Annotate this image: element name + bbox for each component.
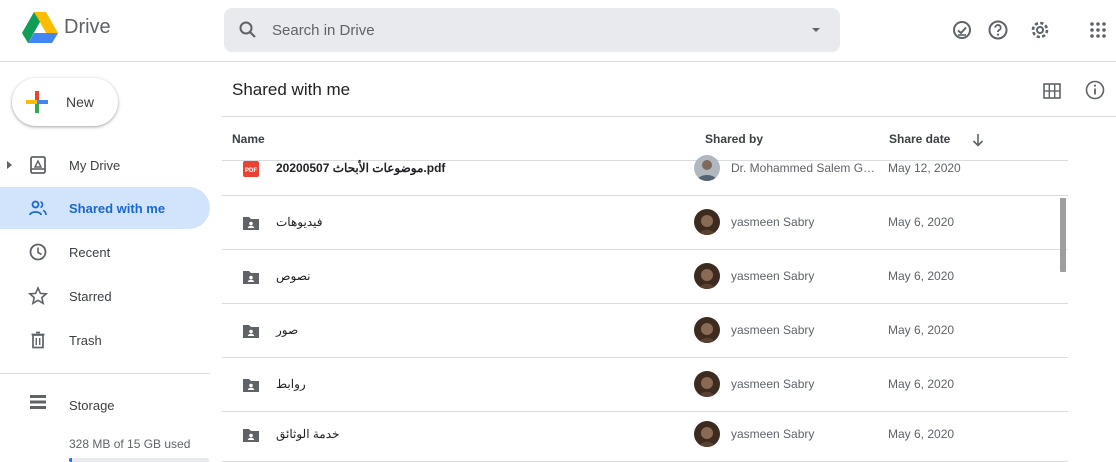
avatar <box>694 263 720 289</box>
share-date: May 6, 2020 <box>888 427 955 441</box>
file-name: فيديوهات <box>276 215 323 229</box>
sidebar-item-label: My Drive <box>69 157 121 173</box>
star-icon <box>28 286 48 306</box>
brand-name[interactable]: Drive <box>64 16 111 39</box>
share-date: May 6, 2020 <box>888 215 955 229</box>
storage-label[interactable]: Storage <box>69 398 115 413</box>
avatar <box>694 209 720 235</box>
shared-by-name: yasmeen Sabry <box>731 427 815 441</box>
shared-folder-icon <box>243 379 259 392</box>
storage-icon <box>30 395 46 409</box>
shared-folder-icon <box>243 429 259 442</box>
sidebar-item-starred[interactable]: Starred <box>0 275 210 317</box>
drive-logo-icon[interactable] <box>22 10 58 46</box>
search-options-icon[interactable] <box>806 20 826 40</box>
sidebar-item-label: Trash <box>69 332 102 348</box>
apps-grid-icon[interactable] <box>1086 18 1110 42</box>
search-input[interactable] <box>272 8 792 52</box>
sidebar-item-trash[interactable]: Trash <box>0 319 210 361</box>
search-bar[interactable] <box>224 8 840 52</box>
shared-by-name: yasmeen Sabry <box>731 269 815 283</box>
settings-icon[interactable] <box>1028 18 1052 42</box>
shared-by-name: yasmeen Sabry <box>731 323 815 337</box>
share-date: May 6, 2020 <box>888 377 955 391</box>
storage-progress-bar <box>69 458 209 462</box>
avatar <box>694 421 720 447</box>
search-icon[interactable] <box>238 20 258 40</box>
sidebar-item-shared-with-me[interactable]: Shared with me <box>0 187 210 229</box>
clock-icon <box>29 243 47 261</box>
svg-text:PDF: PDF <box>245 168 257 174</box>
share-date: May 6, 2020 <box>888 269 955 283</box>
sidebar-item-my-drive[interactable]: My Drive <box>0 144 210 186</box>
new-button[interactable]: New <box>12 78 118 126</box>
shared-folder-icon <box>243 217 259 230</box>
table-row[interactable]: فيديوهات yasmeen Sabry May 6, 2020 <box>222 196 1068 250</box>
shared-folder-icon <box>243 325 259 338</box>
plus-icon <box>26 91 48 113</box>
sidebar-item-recent[interactable]: Recent <box>0 231 210 273</box>
table-row[interactable]: PDF 20200507 موضوعات الأبحاث.pdf Dr. Moh… <box>222 142 1068 196</box>
file-name: روابط <box>276 377 306 391</box>
shared-by-name: yasmeen Sabry <box>731 215 815 229</box>
sidebar-divider <box>0 373 210 374</box>
help-icon[interactable] <box>986 18 1010 42</box>
expand-arrow-icon[interactable] <box>4 160 14 170</box>
avatar <box>694 155 720 181</box>
storage-used-text: 328 MB of 15 GB used <box>69 437 191 451</box>
my-drive-icon <box>30 156 46 174</box>
shared-by-name: Dr. Mohammed Salem Ghoneim <box>731 161 881 175</box>
offline-check-icon[interactable] <box>950 18 974 42</box>
table-row[interactable]: روابط yasmeen Sabry May 6, 2020 <box>222 358 1068 412</box>
file-name: نصوص <box>276 269 311 283</box>
new-button-label: New <box>66 94 95 110</box>
pdf-file-icon: PDF <box>243 161 259 177</box>
table-row[interactable]: خدمة الوثائق yasmeen Sabry May 6, 2020 <box>222 408 1068 462</box>
scrollbar-thumb[interactable] <box>1060 198 1066 272</box>
table-row[interactable]: صور yasmeen Sabry May 6, 2020 <box>222 304 1068 358</box>
page-title: Shared with me <box>232 80 351 99</box>
sidebar-item-label: Recent <box>69 244 111 260</box>
title-divider <box>222 116 1116 117</box>
shared-people-icon <box>29 200 47 216</box>
trash-icon <box>31 331 45 349</box>
table-row[interactable]: نصوص yasmeen Sabry May 6, 2020 <box>222 250 1068 304</box>
avatar <box>694 371 720 397</box>
sidebar: New My Drive Shared with me Recent Starr… <box>0 62 222 462</box>
info-icon[interactable] <box>1084 79 1106 101</box>
file-name: 20200507 موضوعات الأبحاث.pdf <box>276 161 446 175</box>
share-date: May 12, 2020 <box>888 161 961 175</box>
storage-progress-fill <box>69 458 72 462</box>
top-header: Drive <box>0 0 1116 62</box>
shared-folder-icon <box>243 271 259 284</box>
file-name: خدمة الوثائق <box>276 427 340 441</box>
shared-by-name: yasmeen Sabry <box>731 377 815 391</box>
sidebar-item-label: Starred <box>69 288 112 304</box>
avatar <box>694 317 720 343</box>
main-content: Shared with me Name Shared by Share date… <box>222 62 1116 462</box>
share-date: May 6, 2020 <box>888 323 955 337</box>
file-name: صور <box>276 323 299 337</box>
sidebar-item-label: Shared with me <box>69 200 166 216</box>
grid-view-icon[interactable] <box>1041 80 1063 102</box>
